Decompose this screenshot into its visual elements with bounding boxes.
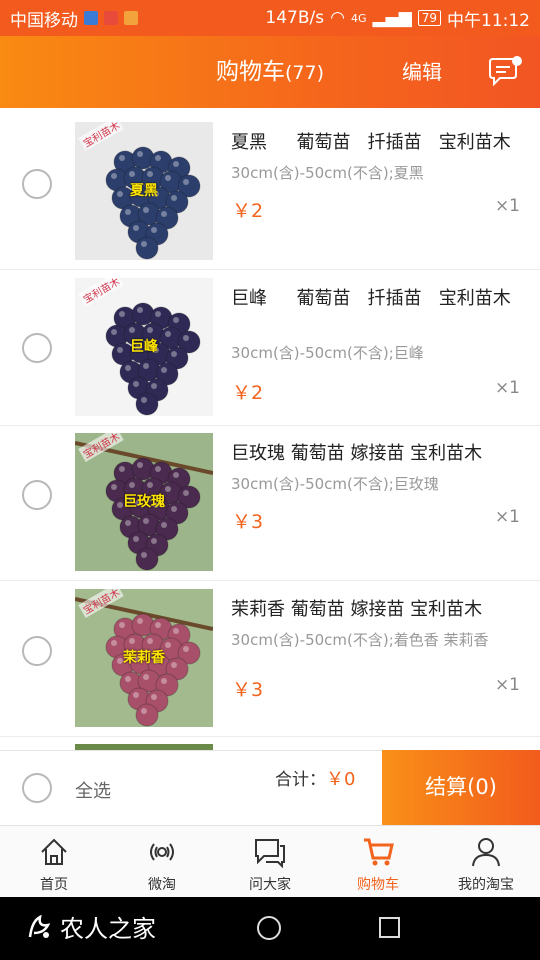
status-bar: 中国移动 147B/s ◠ 4G ▂▄▆ 79 中午11:12 (0, 0, 540, 36)
cart-item[interactable]: 巨峰 宝利苗木 巨峰 葡萄苗 扦插苗 宝利苗木 30cm(含)-50cm(不含);巨峰… (0, 270, 540, 426)
page-title: 购物车(77) (0, 36, 540, 108)
product-image[interactable]: 茉莉香 宝利苗木 (75, 589, 213, 727)
product-spec: 30cm(含)-50cm(不含);巨峰 (231, 344, 424, 362)
product-quantity: ×1 (494, 507, 520, 527)
home-nav-button[interactable] (257, 916, 281, 940)
tab-label: 问大家 (249, 877, 291, 893)
notification-icon (104, 11, 118, 25)
product-image[interactable]: 夏黑 宝利苗木 (75, 122, 213, 260)
product-title[interactable]: 巨玫瑰 葡萄苗 嫁接苗 宝利苗木 (231, 439, 521, 468)
cart-item[interactable]: 巨玫瑰 宝利苗木 巨玫瑰 葡萄苗 嫁接苗 宝利苗木 30cm(含)-50cm(不含);… (0, 425, 540, 581)
product-image[interactable]: 巨玫瑰 宝利苗木 (75, 433, 213, 571)
product-image-label: 夏黑 (130, 183, 158, 199)
tab-chat[interactable]: 问大家 (216, 826, 324, 897)
battery-icon: 79 (417, 10, 441, 26)
broadcast-icon (150, 843, 174, 861)
cart-count: (77) (284, 62, 324, 84)
product-title[interactable]: 茉莉香 葡萄苗 嫁接苗 宝利苗木 (231, 595, 521, 624)
message-icon[interactable] (486, 56, 522, 88)
cart-item[interactable]: 茉莉香 宝利苗木 茉莉香 葡萄苗 嫁接苗 宝利苗木 30cm(含)-50cm(不含);… (0, 581, 540, 737)
total-amount: ￥0 (326, 769, 356, 790)
select-all-checkbox[interactable] (22, 773, 52, 803)
product-price: ￥2 (232, 382, 264, 404)
item-checkbox[interactable] (22, 480, 52, 510)
total-label: 合计： (275, 770, 326, 790)
signal-icon: ▂▄▆ (372, 8, 412, 28)
product-title[interactable]: 夏黑 葡萄苗 扦插苗 宝利苗木 (231, 128, 521, 157)
home-icon (41, 838, 67, 865)
select-all-label[interactable]: 全选 (75, 777, 111, 803)
wifi-icon: ◠ (330, 8, 345, 28)
media-icon (84, 11, 98, 25)
chat-icon (255, 839, 285, 869)
checkout-button[interactable]: 结算(0) (382, 750, 540, 825)
cart-icon (364, 838, 394, 866)
brand-logo-icon (28, 914, 51, 938)
product-price: ￥3 (232, 511, 264, 533)
product-spec: 30cm(含)-50cm(不含);巨玫瑰 (231, 475, 439, 493)
cart-item[interactable]: 夏黑 宝利苗木 夏黑 葡萄苗 扦插苗 宝利苗木 30cm(含)-50cm(不含);夏黑… (0, 114, 540, 270)
item-checkbox[interactable] (22, 169, 52, 199)
product-quantity: ×1 (494, 378, 520, 398)
edit-button[interactable]: 编辑 (402, 36, 442, 108)
clock-text: 中午11:12 (447, 10, 530, 31)
header-bar: 购物车(77) 编辑 (0, 36, 540, 108)
total-price: 合计：￥0 (275, 765, 355, 791)
product-image-label: 巨玫瑰 (123, 494, 165, 510)
tab-broadcast[interactable]: 微淘 (108, 826, 216, 897)
brand-watermark: 农人之家 (24, 909, 156, 944)
product-price: ￥2 (232, 200, 264, 222)
user-icon (472, 838, 500, 867)
system-nav-bar: 农人之家 (0, 897, 540, 960)
app-icon (124, 11, 138, 25)
product-spec: 30cm(含)-50cm(不含);着色香 茉莉香 (231, 631, 489, 649)
cart-item-partial[interactable] (0, 738, 540, 750)
tab-label: 购物车 (357, 877, 399, 893)
cart-list[interactable]: 夏黑 宝利苗木 夏黑 葡萄苗 扦插苗 宝利苗木 30cm(含)-50cm(不含);夏黑… (0, 108, 540, 750)
recent-apps-button[interactable] (379, 917, 400, 938)
network-speed: 147B/s (265, 8, 325, 28)
product-quantity: ×1 (494, 675, 520, 695)
product-image[interactable]: 巨峰 宝利苗木 (75, 278, 213, 416)
item-checkbox[interactable] (22, 636, 52, 666)
tab-label: 微淘 (148, 877, 176, 893)
checkout-bar: 全选 合计：￥0 结算(0) (0, 750, 540, 825)
tab-label: 首页 (40, 877, 68, 893)
bottom-tab-bar: 首页 微淘 问大家 购物车 我的淘宝 (0, 825, 540, 897)
item-checkbox[interactable] (22, 333, 52, 363)
product-title[interactable]: 巨峰 葡萄苗 扦插苗 宝利苗木 (231, 284, 521, 313)
product-price: ￥3 (232, 679, 264, 701)
page-title-text: 购物车 (215, 59, 285, 85)
network-type: 4G (350, 11, 367, 25)
tab-user[interactable]: 我的淘宝 (432, 826, 540, 897)
tab-cart[interactable]: 购物车 (324, 826, 432, 897)
brand-text: 农人之家 (60, 915, 156, 943)
product-image-label: 茉莉香 (123, 650, 165, 666)
tab-label: 我的淘宝 (458, 877, 514, 893)
product-spec: 30cm(含)-50cm(不含);夏黑 (231, 164, 424, 182)
tab-home[interactable]: 首页 (0, 826, 108, 897)
carrier-text: 中国移动 (10, 10, 78, 31)
product-image-label: 巨峰 (130, 339, 158, 355)
product-quantity: ×1 (494, 196, 520, 216)
